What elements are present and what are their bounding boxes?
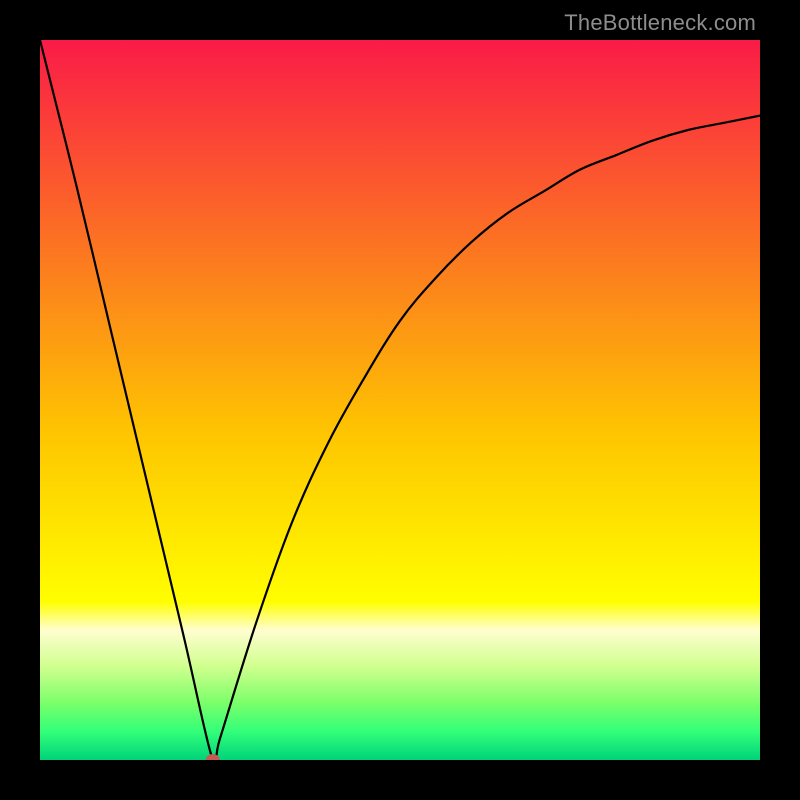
min-point-marker (206, 754, 220, 760)
watermark-label: TheBottleneck.com (564, 10, 756, 36)
chart-frame: TheBottleneck.com (0, 0, 800, 800)
plot-area (40, 40, 760, 760)
curve-layer (40, 40, 760, 760)
bottleneck-curve-path (40, 40, 760, 760)
